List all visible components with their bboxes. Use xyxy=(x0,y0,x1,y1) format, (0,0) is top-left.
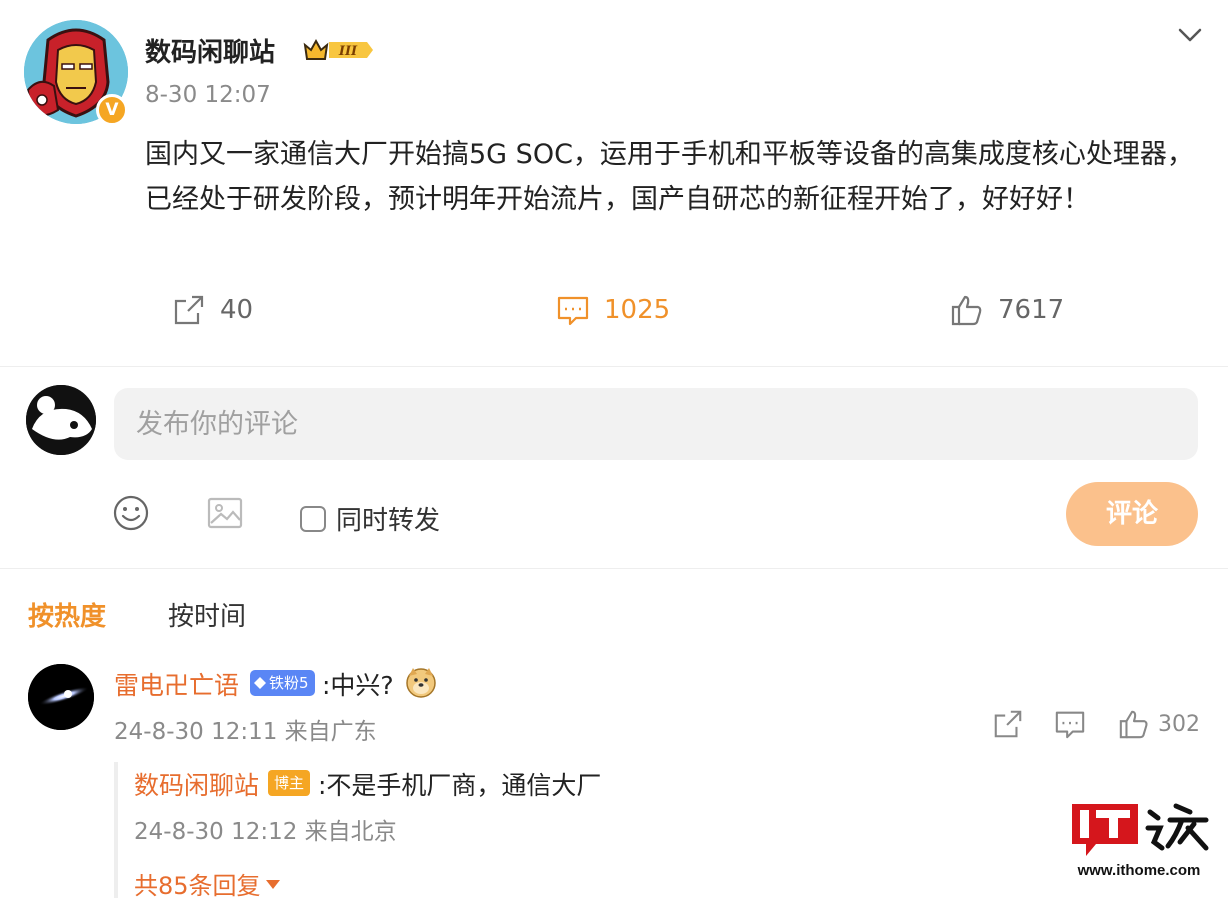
post-content: 国内又一家通信大厂开始搞5G SOC，运用于手机和平板等设备的高集成度核心处理器… xyxy=(145,139,1194,215)
fan-badge: 铁粉5 xyxy=(250,670,315,696)
comment-like-count: 302 xyxy=(1158,711,1200,737)
more-replies-link[interactable]: 共85条回复 xyxy=(134,866,281,901)
submit-comment-button[interactable]: 评论 xyxy=(1066,482,1198,546)
diamond-icon xyxy=(254,677,266,689)
emoji-icon[interactable] xyxy=(112,494,150,532)
comment-input[interactable] xyxy=(114,388,1198,460)
panda-avatar-icon xyxy=(26,385,96,455)
commenter-name[interactable]: 雷电卍亡语 xyxy=(114,666,239,702)
repost-button[interactable]: 40 xyxy=(172,290,253,330)
ithome-logo-icon xyxy=(1072,803,1209,856)
share-icon xyxy=(174,295,204,325)
divider xyxy=(0,366,1228,367)
comment-icon xyxy=(1055,711,1085,739)
comment-like-button[interactable]: 302 xyxy=(1118,708,1200,740)
like-button[interactable]: 7617 xyxy=(950,290,1064,330)
doge-emoji-icon xyxy=(406,668,436,698)
tab-sort-time[interactable]: 按时间 xyxy=(168,596,246,633)
thumbs-up-icon xyxy=(1119,710,1148,739)
chevron-down-icon[interactable] xyxy=(1176,20,1204,48)
divider xyxy=(0,568,1228,569)
reply-text: :不是手机厂商，通信大厂 xyxy=(318,771,602,800)
share-icon xyxy=(994,710,1022,738)
post-header: V 数码闲聊站 III 8-30 12:07 xyxy=(24,20,1204,130)
repost-checkbox[interactable]: 同时转发 xyxy=(300,500,440,537)
ithome-watermark: www.ithome.com xyxy=(1066,798,1212,888)
image-icon[interactable] xyxy=(206,494,244,532)
blogger-badge: 博主 xyxy=(268,770,311,796)
reply-thread-line xyxy=(114,762,118,898)
comment-share-button[interactable] xyxy=(992,708,1024,740)
author-name[interactable]: 数码闲聊站 xyxy=(145,32,275,69)
level-badge-text: III xyxy=(338,44,358,59)
post-time: 8-30 12:07 xyxy=(145,82,271,108)
comment-reply-button[interactable] xyxy=(1054,708,1086,740)
caret-down-icon xyxy=(265,879,280,889)
comment-actions: 302 xyxy=(0,708,1228,744)
like-count: 7617 xyxy=(998,295,1065,325)
comment-icon xyxy=(557,296,589,326)
comment-count: 1025 xyxy=(604,295,671,325)
reply-meta: 24-8-30 12:12 来自北京 xyxy=(134,819,397,845)
more-replies-label: 共85条回复 xyxy=(134,872,261,900)
comment-button[interactable]: 1025 xyxy=(556,290,670,330)
tab-sort-hot[interactable]: 按热度 xyxy=(28,596,106,633)
repost-checkbox-label: 同时转发 xyxy=(336,506,441,536)
my-avatar xyxy=(26,385,96,455)
crown-level-badge: III xyxy=(303,38,373,60)
composer-tools: 同时转发 xyxy=(110,490,710,540)
watermark-url: www.ithome.com xyxy=(1077,862,1201,879)
checkbox-box[interactable] xyxy=(300,505,326,532)
fan-badge-label: 铁粉5 xyxy=(269,674,309,692)
repost-count: 40 xyxy=(220,295,254,325)
reply-author-name[interactable]: 数码闲聊站 xyxy=(134,766,259,802)
comment-text: :中兴? xyxy=(322,671,394,700)
post-actions: 40 1025 7617 xyxy=(0,282,1228,336)
thumbs-up-icon xyxy=(951,295,982,326)
verified-badge: V xyxy=(96,94,128,126)
